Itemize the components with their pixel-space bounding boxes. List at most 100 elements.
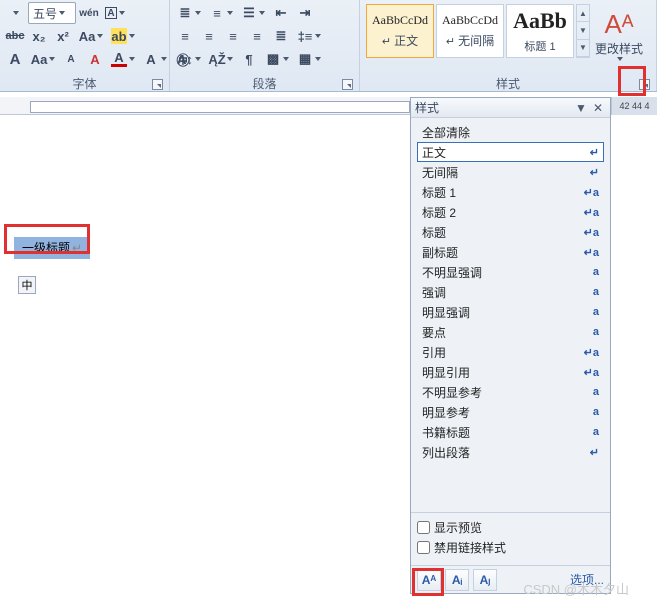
font-dialog-launcher[interactable] [152,79,163,90]
sort-icon: ĄŽ [209,51,225,67]
style-scroll-down[interactable]: ▼ [577,22,589,39]
styles-pane-list: 全部清除正文无间隔标题 1标题 2 标题副标题不明显强调强调明显强调要点引用明显引… [411,118,610,512]
group-paragraph: ≣ ≡ ☰ ⇤ ⇥ ≡ ≡ ≡ ≡ ≣ ‡≡ A↕ ĄŽ ¶ [170,0,360,91]
group-font-label: 字体 [4,75,165,91]
style-list-label: 标题 [422,224,446,241]
clear-format-icon: A [87,51,103,67]
style-list-item[interactable]: 明显强调 [417,302,604,322]
style-list-item[interactable]: 明显参考 [417,402,604,422]
anchor-marker[interactable]: 中 [18,276,36,294]
style-list-item[interactable]: 标题 [417,222,604,242]
pane-dropdown-button[interactable]: ▼ [572,101,590,115]
char-shading-button[interactable]: A [140,48,170,70]
borders-button[interactable]: ▦ [294,48,324,70]
shading-button[interactable]: ▩ [262,48,292,70]
style-list-item[interactable]: 正文 [417,142,604,162]
style-item-nospacing[interactable]: AaBbCcDd ↵ 无间隔 [436,4,504,58]
paragraph-dialog-launcher[interactable] [342,79,353,90]
style-type-icon [584,226,599,239]
style-list-label: 列出段落 [422,444,470,461]
style-scroll-up[interactable]: ▲ [577,5,589,22]
style-list-item[interactable]: 不明显强调 [417,262,604,282]
align-justify-button[interactable]: ≡ [246,25,268,47]
subscript-button[interactable]: x₂ [28,25,50,47]
style-options-link[interactable]: 选项... [570,571,604,588]
style-list-item[interactable]: 列出段落 [417,442,604,462]
manage-styles-button[interactable]: Aⱼ [473,569,497,591]
document-area[interactable]: 一级标题↵ 中 [0,120,410,604]
style-type-icon [593,286,599,298]
style-list-item[interactable]: 书籍标题 [417,422,604,442]
style-list-label: 要点 [422,324,446,341]
clear-format-button[interactable]: A [84,48,106,70]
phonetic-guide-button[interactable]: wén [78,2,100,24]
selected-text[interactable]: 一级标题↵ [14,237,90,259]
style-list-item[interactable]: 引用 [417,342,604,362]
align-center-button[interactable]: ≡ [198,25,220,47]
superscript-button[interactable]: x² [52,25,74,47]
borders-icon: ▦ [297,51,313,67]
style-list-item[interactable]: 副标题 [417,242,604,262]
disable-linked-checkbox[interactable]: 禁用链接样式 [417,539,604,556]
indent-dec-button[interactable]: ⇤ [270,2,292,24]
line-spacing-icon: ‡≡ [297,28,313,44]
char-border-button[interactable]: A [102,2,128,24]
style-list-label: 引用 [422,344,446,361]
style-item-body[interactable]: AaBbCcDd ↵ 正文 [366,4,434,58]
style-list-label: 不明显强调 [422,264,482,281]
style-item-heading1[interactable]: AaBb 标题 1 [506,4,574,58]
case-button[interactable]: Aa [28,48,58,70]
text-direction-button[interactable]: A↕ [174,48,204,70]
font-size-dropdown[interactable]: 五号 [28,2,76,24]
numbering-button[interactable]: ≡ [206,2,236,24]
style-list-label: 书籍标题 [422,424,470,441]
grow-font-button[interactable]: A [4,48,26,70]
style-list-item[interactable]: 要点 [417,322,604,342]
style-list-label: 明显引用 [422,364,470,381]
align-right-button[interactable]: ≡ [222,25,244,47]
style-type-icon [584,206,599,219]
style-gallery-more[interactable]: ▼ [577,40,589,57]
indent-inc-button[interactable]: ⇥ [294,2,316,24]
style-list-item[interactable]: 全部清除 [417,122,604,142]
font-color-button[interactable]: A [108,48,138,70]
char-border-icon: A [105,7,117,19]
manage-icon: Aⱼ [480,573,491,587]
align-left-button[interactable]: ≡ [174,25,196,47]
strike-button[interactable]: abc [4,25,26,47]
multilevel-button[interactable]: ☰ [238,2,268,24]
style-preview: AaBb [513,8,567,34]
new-style-button[interactable]: Aᴬ [417,569,441,591]
font-name-dropdown[interactable] [4,2,26,24]
shrink-font-button[interactable]: A [60,48,82,70]
style-type-icon [593,386,599,398]
font-color-icon: A [111,51,127,67]
pane-close-button[interactable]: ✕ [590,101,606,115]
style-list-item[interactable]: 明显引用 [417,362,604,382]
case-icon: Aa [79,28,95,44]
style-type-icon [584,246,599,259]
styles-dialog-launcher[interactable] [639,79,650,90]
style-list-item[interactable]: 标题 2 [417,202,604,222]
bullets-icon: ≣ [177,5,193,21]
ribbon: 五号 wén A abc x₂ x² Aa ab A Aa A A A [0,0,657,92]
paragraph-mark-icon: ↵ [72,241,82,255]
change-styles-button[interactable]: Aᴬ 更改样式 [594,2,644,68]
line-spacing-button[interactable]: ‡≡ [294,25,324,47]
show-preview-checkbox[interactable]: 显示预览 [417,519,604,536]
change-case-button[interactable]: Aa [76,25,106,47]
bullets-button[interactable]: ≣ [174,2,204,24]
highlight-button[interactable]: ab [108,25,138,47]
style-list-item[interactable]: 无间隔 [417,162,604,182]
align-distribute-button[interactable]: ≣ [270,25,292,47]
style-inspector-button[interactable]: Aᵢ [445,569,469,591]
show-marks-button[interactable]: ¶ [238,48,260,70]
style-list-label: 明显参考 [422,404,470,421]
sort-button[interactable]: ĄŽ [206,48,236,70]
style-list-item[interactable]: 不明显参考 [417,382,604,402]
style-label: ↵ 正文 [382,32,418,49]
align-right-icon: ≡ [225,28,241,44]
style-list-label: 正文 [422,144,446,161]
style-list-item[interactable]: 强调 [417,282,604,302]
style-list-item[interactable]: 标题 1 [417,182,604,202]
